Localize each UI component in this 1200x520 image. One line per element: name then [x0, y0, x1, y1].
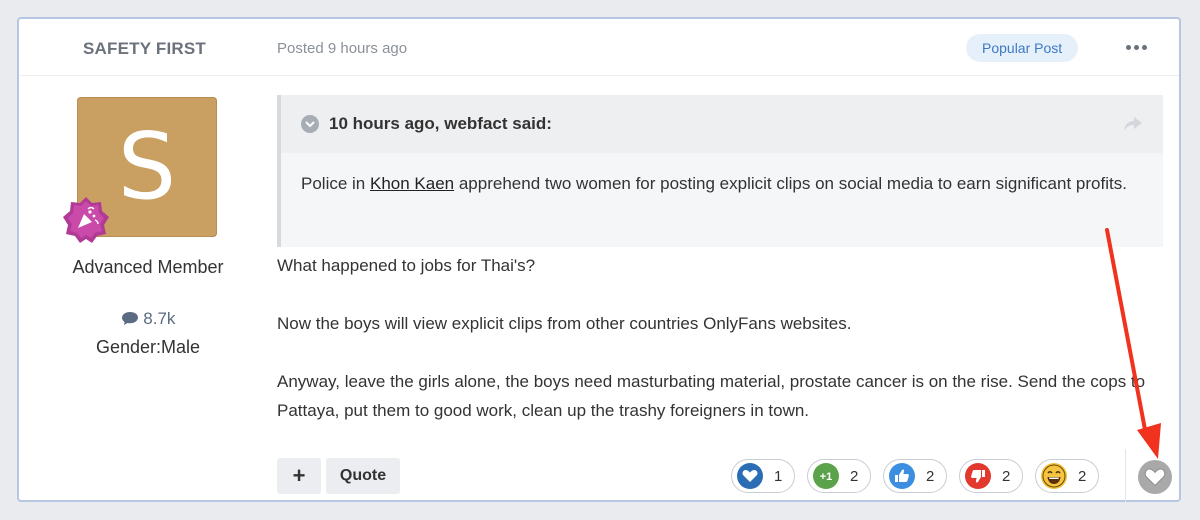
quote-body: Police in Khon Kaen apprehend two women …	[281, 153, 1163, 198]
rank-badge-icon[interactable]	[61, 195, 111, 245]
content-paragraph: What happened to jobs for Thai's?	[277, 256, 536, 275]
ellipsis-dot	[1133, 44, 1139, 50]
heart-icon	[737, 463, 763, 489]
post-timestamp[interactable]: Posted 9 hours ago	[277, 40, 407, 57]
reaction-plus-one[interactable]: +1 2	[807, 459, 871, 493]
reaction-thumbs-up[interactable]: 2	[883, 459, 947, 493]
quote-text-end: apprehend two women for posting explicit…	[454, 174, 1127, 193]
quote-citation: 10 hours ago, webfact said:	[329, 114, 552, 133]
reaction-count: 2	[1002, 467, 1011, 485]
post-count[interactable]: 8.7k	[19, 309, 277, 329]
reaction-count: 2	[926, 467, 935, 485]
reaction-count: 2	[1078, 467, 1087, 485]
post-count-value: 8.7k	[143, 309, 176, 328]
plus-one-icon: +1	[813, 463, 839, 489]
quote-text-start: Police in	[301, 174, 370, 193]
reaction-laugh[interactable]: 2	[1035, 459, 1099, 493]
more-options-button[interactable]	[1122, 37, 1150, 57]
reaction-heart[interactable]: 1	[731, 459, 795, 493]
share-arrow-icon[interactable]	[1123, 115, 1143, 133]
react-button[interactable]	[1138, 460, 1172, 494]
gender-field: Gender:Male	[95, 337, 201, 357]
author-name[interactable]: SAFETY FIRST	[83, 39, 206, 59]
reaction-count: 2	[850, 467, 859, 485]
reaction-thumbs-down[interactable]: 2	[959, 459, 1023, 493]
reaction-count: 1	[774, 467, 783, 485]
post-header: SAFETY FIRST Posted 9 hours ago Popular …	[19, 19, 1179, 76]
comment-icon	[121, 312, 138, 325]
ellipsis-icon	[1125, 44, 1131, 50]
content-paragraph: Anyway, leave the girls alone, the boys …	[277, 372, 1146, 420]
laugh-icon	[1041, 463, 1067, 489]
popular-post-badge: Popular Post	[966, 34, 1079, 62]
content-paragraph: Now the boys will view explicit clips fr…	[277, 314, 852, 333]
khon-kaen-link[interactable]: Khon Kaen	[370, 174, 454, 193]
member-title: Advanced Member	[72, 257, 224, 277]
multiquote-button[interactable]: +	[277, 458, 321, 494]
quote-header[interactable]: 10 hours ago, webfact said:	[281, 95, 1163, 153]
reaction-divider	[1125, 449, 1126, 502]
chevron-down-icon[interactable]	[301, 115, 319, 133]
avatar-letter: S	[117, 113, 177, 220]
ellipsis-dot	[1141, 44, 1147, 50]
svg-text:+1: +1	[820, 471, 833, 482]
quote-block: 10 hours ago, webfact said: Police in Kh…	[277, 95, 1163, 247]
heart-outline-icon	[1144, 468, 1166, 487]
quote-button[interactable]: Quote	[326, 458, 400, 494]
thumbs-down-icon	[965, 463, 991, 489]
thumbs-up-icon	[889, 463, 915, 489]
forum-post: SAFETY FIRST Posted 9 hours ago Popular …	[17, 17, 1181, 502]
post-content: What happened to jobs for Thai's? Now th…	[277, 251, 1157, 425]
